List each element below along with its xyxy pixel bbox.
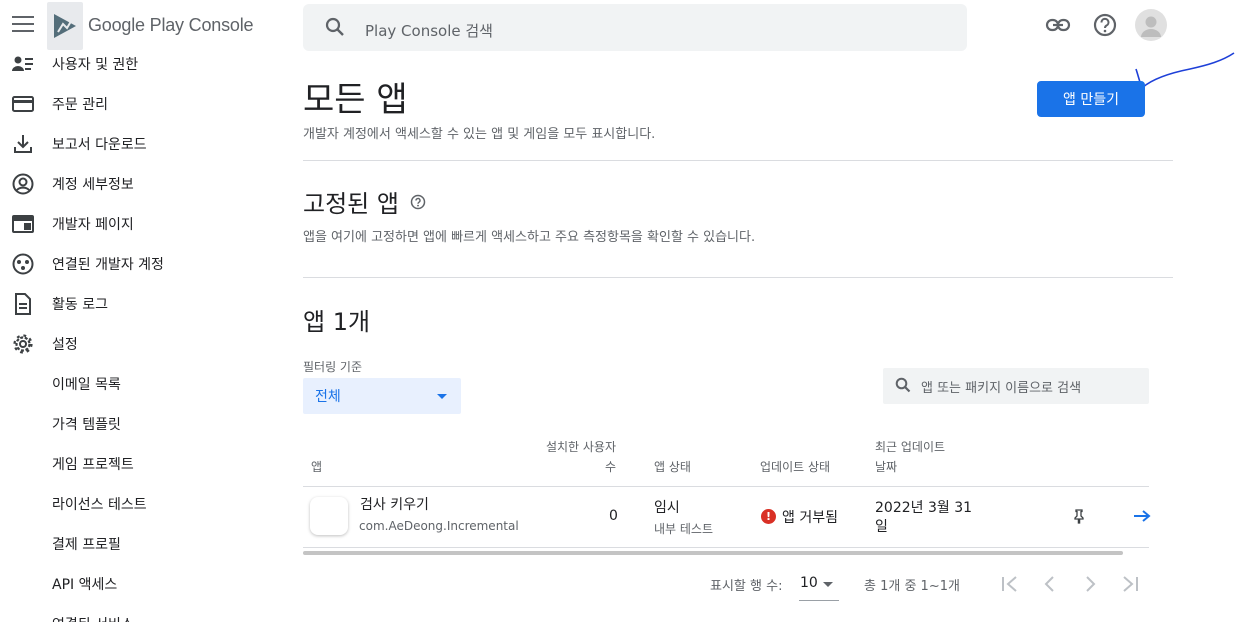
sidebar-item-label: 사용자 및 권한 [52, 57, 139, 73]
sidebar-item-orders[interactable]: 주문 관리 [0, 84, 280, 124]
column-header-update-status[interactable]: 업데이트 상태 [760, 457, 830, 477]
sidebar-item-label: 개발자 페이지 [52, 217, 134, 233]
sidebar-item-label: 연결된 개발자 계정 [52, 257, 164, 273]
credit-card-icon [12, 93, 34, 115]
app-installs: 0 [609, 508, 618, 524]
app-search-input[interactable]: 앱 또는 패키지 이름으로 검색 [921, 377, 1081, 396]
last-page-icon[interactable] [1118, 572, 1142, 596]
link-icon[interactable] [1045, 12, 1071, 38]
column-header-status[interactable]: 앱 상태 [654, 457, 691, 477]
column-header-last-update[interactable]: 최근 업데이트 날짜 [875, 437, 945, 477]
horizontal-scrollbar[interactable] [303, 551, 1123, 555]
web-page-icon [12, 213, 34, 235]
column-header-installs-line2: 수 [604, 460, 616, 474]
search-input[interactable]: Play Console 검색 [365, 20, 493, 41]
global-search[interactable]: Play Console 검색 [303, 4, 967, 51]
sidebar-item-users[interactable]: 사용자 및 권한 [0, 44, 280, 84]
sidebar-item-api-access[interactable]: API 액세스 [0, 564, 280, 604]
divider [303, 277, 1173, 278]
first-page-icon[interactable] [998, 572, 1022, 596]
pen-annotation [1135, 52, 1235, 90]
app-last-update-line1: 2022년 3월 31 [875, 500, 973, 516]
app-title: Google Play Console [88, 15, 254, 35]
divider [303, 547, 1149, 548]
arrow-right-icon[interactable] [1133, 508, 1151, 528]
app-icon [310, 497, 348, 535]
sidebar-item-activity-log[interactable]: 활동 로그 [0, 284, 280, 324]
page-description: 개발자 계정에서 액세스할 수 있는 앱 및 게임을 모두 표시합니다. [303, 127, 656, 142]
pagination-range: 총 1개 중 1~1개 [864, 579, 960, 594]
rows-per-page-select[interactable]: 10 [799, 573, 839, 601]
filter-value: 전체 [315, 389, 341, 405]
person-list-icon [12, 53, 34, 75]
account-circle-icon [12, 173, 34, 195]
avatar[interactable] [1135, 9, 1167, 41]
filter-label: 필터링 기준 [303, 360, 363, 374]
sidebar-item-pricing-templates[interactable]: 가격 템플릿 [0, 404, 280, 444]
page-title: 모든 앱 [303, 80, 408, 120]
sidebar-item-license-testing[interactable]: 라이선스 테스트 [0, 484, 280, 524]
download-icon [12, 133, 34, 155]
chevron-down-icon [823, 582, 833, 587]
play-console-logo [47, 2, 83, 50]
chevron-down-icon [437, 394, 447, 399]
app-last-update-line2: 일 [875, 519, 888, 535]
column-header-installs-line1: 설치한 사용자 [545, 440, 616, 454]
sidebar-item-linked-accounts[interactable]: 연결된 개발자 계정 [0, 244, 280, 284]
sidebar-item-label: 결제 프로필 [52, 537, 121, 553]
gear-icon [12, 333, 34, 355]
rows-per-page-value: 10 [800, 575, 818, 591]
sidebar-item-linked-services[interactable]: 연결된 서비스 [0, 604, 280, 622]
help-icon[interactable] [410, 194, 426, 214]
sidebar-item-payments-profile[interactable]: 결제 프로필 [0, 524, 280, 564]
rows-per-page-label: 표시할 행 수: [710, 579, 783, 594]
pin-icon[interactable] [1071, 508, 1087, 528]
sidebar-item-reports[interactable]: 보고서 다운로드 [0, 124, 280, 164]
linked-accounts-icon [12, 253, 34, 275]
sidebar-item-label: 게임 프로젝트 [52, 457, 134, 473]
previous-page-icon[interactable] [1038, 572, 1062, 596]
column-header-last-update-line1: 최근 업데이트 [875, 440, 946, 454]
sidebar-item-label: 라이선스 테스트 [52, 497, 147, 513]
sidebar-item-email-lists[interactable]: 이메일 목록 [0, 364, 280, 404]
app-name[interactable]: 검사 키우기 [360, 494, 429, 514]
apps-count-title: 앱 1개 [303, 308, 371, 336]
pinned-apps-description: 앱을 여기에 고정하면 앱에 빠르게 액세스하고 주요 측정항목을 확인할 수 … [303, 230, 756, 245]
filter-dropdown[interactable]: 전체 [303, 378, 461, 414]
help-icon[interactable] [1092, 12, 1118, 38]
sidebar-item-settings[interactable]: 설정 [0, 324, 280, 364]
divider [303, 486, 1149, 487]
sidebar-item-label: 주문 관리 [52, 97, 108, 113]
sidebar-item-account-details[interactable]: 계정 세부정보 [0, 164, 280, 204]
app-status-track: 내부 테스트 [654, 522, 714, 536]
app-status: 임시 [654, 500, 680, 516]
sidebar-item-label: API 액세스 [52, 577, 118, 593]
column-header-last-update-line2: 날짜 [875, 460, 898, 474]
sidebar-item-label: 연결된 서비스 [52, 614, 134, 622]
sidebar-item-label: 이메일 목록 [52, 377, 121, 393]
sidebar-item-label: 계정 세부정보 [52, 177, 134, 193]
sidebar-item-label: 설정 [52, 337, 78, 353]
next-page-icon[interactable] [1078, 572, 1102, 596]
error-icon: ! [761, 509, 776, 524]
app-update-status[interactable]: 앱 거부됨 [782, 507, 838, 527]
sidebar-item-label: 활동 로그 [52, 297, 108, 313]
pinned-apps-title: 고정된 앱 [303, 190, 399, 218]
menu-icon[interactable] [12, 16, 34, 36]
column-header-app[interactable]: 앱 [311, 457, 322, 477]
divider [303, 160, 1173, 161]
sidebar-item-developer-page[interactable]: 개발자 페이지 [0, 204, 280, 244]
app-search[interactable]: 앱 또는 패키지 이름으로 검색 [883, 368, 1149, 404]
document-icon [12, 293, 34, 315]
search-icon [325, 17, 345, 41]
create-app-button[interactable]: 앱 만들기 [1037, 81, 1145, 117]
column-header-installs[interactable]: 설치한 사용자 수 [540, 437, 616, 477]
sidebar-item-label: 가격 템플릿 [52, 417, 121, 433]
app-package: com.AeDeong.Incremental [359, 519, 519, 533]
search-icon [895, 377, 911, 397]
sidebar-item-game-projects[interactable]: 게임 프로젝트 [0, 444, 280, 484]
sidebar-item-label: 보고서 다운로드 [52, 137, 147, 153]
